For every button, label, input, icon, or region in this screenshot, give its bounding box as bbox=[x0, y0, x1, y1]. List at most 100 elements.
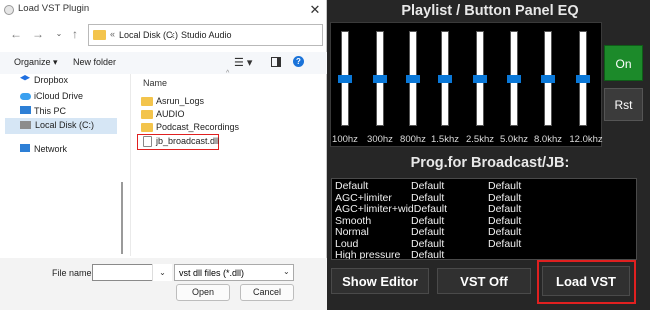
prog-cell: Default bbox=[488, 180, 522, 192]
file-name: jb_broadcast.dll bbox=[156, 136, 220, 146]
back-arrow-icon[interactable]: ← bbox=[8, 26, 24, 42]
freq-label: 300hz bbox=[367, 134, 393, 145]
slider-thumb[interactable] bbox=[507, 75, 521, 83]
freq-label: 8.0khz bbox=[534, 134, 562, 145]
dropbox-icon bbox=[20, 75, 30, 81]
freq-label: 100hz bbox=[332, 134, 358, 145]
freq-label: 800hz bbox=[400, 134, 426, 145]
eq-sliders-box: 100hz 300hz 800hz 1.5khz 2.5khz 5.0khz 8… bbox=[330, 22, 603, 147]
eq-reset-button[interactable]: Rst bbox=[604, 88, 643, 121]
eq-slider-1-5khz[interactable] bbox=[435, 31, 455, 126]
sidebar-item-local-disk[interactable]: Local Disk (C:) bbox=[5, 118, 117, 134]
help-icon[interactable]: ? bbox=[293, 56, 304, 67]
dialog-title-bar[interactable]: Load VST Plugin ✕ bbox=[0, 0, 327, 20]
computer-icon bbox=[20, 106, 31, 114]
eq-on-button[interactable]: On bbox=[604, 45, 643, 81]
eq-title: Playlist / Button Panel EQ bbox=[401, 3, 579, 19]
pane-divider[interactable] bbox=[130, 74, 131, 256]
chevron-down-icon: ⌄ bbox=[283, 267, 290, 276]
organize-button[interactable]: Organize ▾ bbox=[14, 57, 58, 68]
open-button[interactable]: Open bbox=[176, 284, 230, 301]
load-vst-dialog: Load VST Plugin ✕ ← → ⌄ ↑ « Local Disk (… bbox=[0, 0, 327, 310]
load-vst-button[interactable]: Load VST bbox=[542, 266, 630, 296]
view-options-icon[interactable]: ☰ ▾ bbox=[234, 56, 252, 69]
slider-thumb[interactable] bbox=[438, 75, 452, 83]
dialog-toolbar: Organize ▾ New folder ☰ ▾ ? bbox=[0, 52, 327, 74]
up-arrow-icon[interactable]: ↑ bbox=[67, 26, 83, 42]
prog-cell: Default bbox=[411, 180, 445, 192]
eq-slider-300hz[interactable] bbox=[370, 31, 390, 126]
preview-pane-icon[interactable] bbox=[271, 57, 281, 67]
prog-cell: Default bbox=[488, 191, 522, 204]
freq-label: 5.0khz bbox=[500, 134, 528, 145]
close-icon[interactable]: ✕ bbox=[303, 0, 327, 20]
network-icon bbox=[20, 144, 30, 152]
prog-list: Default Default Default AGC+limiter Default… bbox=[331, 178, 637, 260]
prog-cell: Default bbox=[411, 214, 445, 227]
prog-cell: AGC+limiter+widDefault bbox=[335, 203, 448, 215]
slider-thumb[interactable] bbox=[541, 75, 555, 83]
prog-cell: Default bbox=[411, 237, 445, 250]
prog-cell: Default bbox=[411, 226, 445, 238]
show-editor-button[interactable]: Show Editor bbox=[331, 268, 429, 294]
vst-off-button[interactable]: VST Off bbox=[437, 268, 531, 294]
slider-thumb[interactable] bbox=[406, 75, 420, 83]
slider-thumb[interactable] bbox=[473, 75, 487, 83]
sidebar-scrollbar[interactable] bbox=[121, 182, 123, 254]
cloud-icon bbox=[20, 93, 31, 100]
file-type-value: vst dll files (*.dll) bbox=[179, 268, 245, 278]
cancel-button[interactable]: Cancel bbox=[240, 284, 294, 301]
prog-cell: Default bbox=[335, 180, 369, 192]
dll-file-icon bbox=[143, 136, 152, 147]
chevron-down-icon[interactable]: ⌄ bbox=[152, 264, 172, 281]
prog-cell: Default bbox=[488, 214, 522, 227]
recent-locations-icon[interactable]: ⌄ bbox=[51, 26, 67, 42]
address-bar[interactable]: « Local Disk (C:) › Studio Audio bbox=[88, 24, 323, 46]
sort-caret-icon: ^ bbox=[226, 70, 230, 77]
sidebar-item-label: Dropbox bbox=[34, 75, 69, 85]
prog-cell: AGC+limiter bbox=[335, 191, 392, 204]
file-name: AUDIO bbox=[156, 109, 185, 119]
forward-arrow-icon[interactable]: → bbox=[30, 26, 46, 42]
prog-cell: Smooth bbox=[335, 214, 372, 227]
prog-cell: High pressure bbox=[335, 249, 401, 260]
file-type-select[interactable]: vst dll files (*.dll) ⌄ bbox=[174, 264, 294, 281]
breadcrumb-studio-audio[interactable]: Studio Audio bbox=[181, 30, 232, 40]
folder-icon bbox=[141, 123, 153, 132]
slider-thumb[interactable] bbox=[338, 75, 352, 83]
folder-icon bbox=[141, 97, 153, 106]
prog-cell: Default bbox=[488, 203, 522, 215]
prog-cell: Default bbox=[488, 226, 522, 238]
eq-slider-12-0khz[interactable] bbox=[573, 31, 593, 126]
column-header-name[interactable]: Name bbox=[143, 78, 167, 88]
prog-cell: Default bbox=[411, 249, 445, 260]
eq-slider-2-5khz[interactable] bbox=[470, 31, 490, 126]
eq-slider-800hz[interactable] bbox=[403, 31, 423, 126]
new-folder-button[interactable]: New folder bbox=[73, 57, 116, 67]
folder-icon bbox=[141, 110, 153, 119]
slider-thumb[interactable] bbox=[576, 75, 590, 83]
prog-title: Prog.for Broadcast/JB: bbox=[410, 155, 570, 171]
sidebar-item-label: This PC bbox=[34, 106, 67, 116]
eq-slider-5-0khz[interactable] bbox=[504, 31, 524, 126]
sidebar-item-label: Network bbox=[34, 144, 68, 154]
sidebar-item-label: Local Disk (C:) bbox=[35, 120, 95, 130]
app-icon bbox=[4, 5, 14, 15]
folder-icon bbox=[93, 30, 106, 40]
sidebar-item-label: iCloud Drive bbox=[34, 91, 84, 101]
address-overflow[interactable]: « bbox=[110, 29, 115, 39]
slider-thumb[interactable] bbox=[373, 75, 387, 83]
prog-cell: Normal bbox=[335, 226, 369, 238]
prog-cell: Default bbox=[411, 191, 445, 204]
breadcrumb-local-disk[interactable]: Local Disk (C:) bbox=[119, 30, 178, 40]
freq-label: 2.5khz bbox=[466, 134, 494, 145]
prog-cell: Default bbox=[488, 237, 522, 250]
chevron-right-icon[interactable]: › bbox=[171, 30, 174, 40]
eq-slider-8-0khz[interactable] bbox=[538, 31, 558, 126]
freq-label: 1.5khz bbox=[431, 134, 459, 145]
drive-icon bbox=[20, 121, 31, 129]
file-name: Asrun_Logs bbox=[156, 96, 205, 106]
eq-slider-100hz[interactable] bbox=[335, 31, 355, 126]
file-name: Podcast_Recordings bbox=[156, 122, 240, 132]
freq-label: 12.0khz bbox=[569, 134, 603, 145]
